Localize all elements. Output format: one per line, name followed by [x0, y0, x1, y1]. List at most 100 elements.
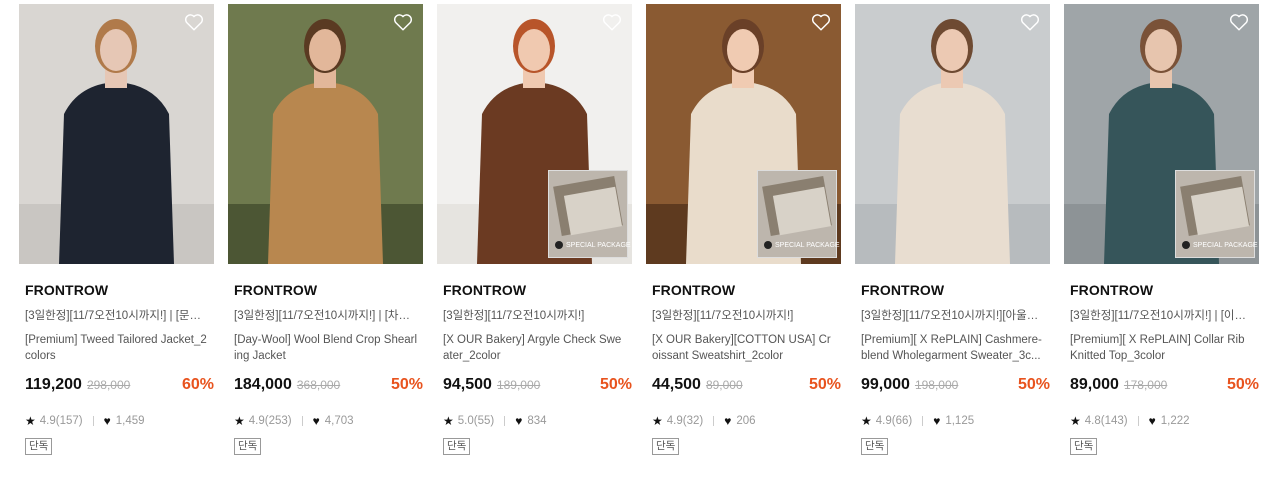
- star-icon: ★: [861, 414, 872, 428]
- heart-icon[interactable]: [1020, 13, 1040, 31]
- original-price: 298,000: [86, 378, 131, 392]
- exclusive-badge: 단독: [25, 438, 53, 455]
- discount-rate: 50%: [1017, 376, 1050, 393]
- heart-icon[interactable]: [602, 13, 622, 31]
- exclusive-badge: 단독: [861, 438, 889, 455]
- sale-price: 184,000: [234, 376, 292, 393]
- exclusive-badge: 단독: [234, 438, 262, 455]
- exclusive-badge: 단독: [652, 438, 680, 455]
- product-image[interactable]: [228, 4, 423, 264]
- product-card[interactable]: SPECIAL PACKAGE FRONTROW [3일한정][11/7오전10…: [437, 4, 632, 455]
- price-row: 99,000 198,000 50%: [861, 376, 1050, 394]
- product-card[interactable]: FRONTROW [3일한정][11/7오전10시까지!][아울렛... [Pr…: [855, 4, 1050, 455]
- divider: [504, 416, 506, 426]
- original-price: 198,000: [914, 378, 959, 392]
- product-image[interactable]: [19, 4, 214, 264]
- heart-icon[interactable]: [184, 13, 204, 31]
- brand-name[interactable]: FRONTROW: [25, 282, 214, 298]
- product-image[interactable]: SPECIAL PACKAGE: [646, 4, 841, 264]
- sale-price: 94,500: [443, 376, 492, 393]
- sale-price: 119,200: [25, 376, 82, 393]
- rating-text: 4.8(143): [1084, 415, 1128, 427]
- exclusive-badge: 단독: [1070, 438, 1098, 455]
- star-icon: ★: [652, 414, 663, 428]
- star-icon: ★: [1070, 414, 1081, 428]
- product-card[interactable]: SPECIAL PACKAGE FRONTROW [3일한정][11/7오전10…: [646, 4, 841, 455]
- product-name[interactable]: [X OUR Bakery][COTTON USA] Croissant Swe…: [652, 332, 836, 364]
- brand-name[interactable]: FRONTROW: [1070, 282, 1259, 298]
- package-label: SPECIAL PACKAGE: [566, 241, 631, 249]
- promo-text: [3일한정][11/7오전10시까지!] | [문정...: [25, 310, 208, 322]
- brand-name[interactable]: FRONTROW: [861, 282, 1050, 298]
- plus-icon: [1182, 241, 1190, 249]
- heart-icon[interactable]: [393, 13, 413, 31]
- package-label: SPECIAL PACKAGE: [1193, 241, 1258, 249]
- plus-icon: [764, 241, 772, 249]
- product-image[interactable]: SPECIAL PACKAGE: [437, 4, 632, 264]
- original-price: 89,000: [705, 378, 743, 392]
- rating-text: 5.0(55): [457, 415, 495, 427]
- package-label: SPECIAL PACKAGE: [775, 241, 840, 249]
- price-row: 44,500 89,000 50%: [652, 376, 841, 394]
- divider: [301, 416, 303, 426]
- like-count: 1,222: [1160, 415, 1190, 427]
- like-count: 1,459: [115, 415, 145, 427]
- product-card[interactable]: FRONTROW [3일한정][11/7오전10시까지!] | [문정... […: [19, 4, 214, 455]
- product-name[interactable]: [Premium][ X RePLAIN] Collar Rib Knitted…: [1070, 332, 1254, 364]
- rating-text: 4.9(32): [666, 415, 704, 427]
- discount-rate: 60%: [181, 376, 214, 393]
- sale-price: 44,500: [652, 376, 701, 393]
- like-heart-icon: ♥: [103, 414, 111, 428]
- rating-row: ★ 4.9(66) ♥ 1,125: [861, 414, 1050, 428]
- product-grid: FRONTROW [3일한정][11/7오전10시까지!] | [문정... […: [19, 4, 1259, 455]
- product-card[interactable]: FRONTROW [3일한정][11/7오전10시까지!] | [차정... […: [228, 4, 423, 455]
- promo-text: [3일한정][11/7오전10시까지!][아울렛...: [861, 310, 1044, 322]
- original-price: 189,000: [496, 378, 541, 392]
- like-heart-icon: ♥: [515, 414, 523, 428]
- promo-text: [3일한정][11/7오전10시까지!]: [443, 310, 585, 322]
- product-photo: [228, 4, 423, 264]
- sale-price: 89,000: [1070, 376, 1119, 393]
- product-name[interactable]: [Premium][ X RePLAIN] Cashmere-blend Who…: [861, 332, 1045, 364]
- product-name[interactable]: [X OUR Bakery] Argyle Check Sweater_2col…: [443, 332, 627, 364]
- price-row: 184,000 368,000 50%: [234, 376, 423, 394]
- heart-icon[interactable]: [1229, 13, 1249, 31]
- original-price: 368,000: [296, 378, 341, 392]
- product-name[interactable]: [Premium] Tweed Tailored Jacket_2colors: [25, 332, 209, 364]
- rating-text: 4.9(157): [39, 415, 83, 427]
- special-package-badge: SPECIAL PACKAGE: [548, 170, 631, 258]
- product-image[interactable]: SPECIAL PACKAGE: [1064, 4, 1259, 264]
- like-heart-icon: ♥: [933, 414, 941, 428]
- product-photo: [19, 4, 214, 264]
- like-count: 834: [527, 415, 547, 427]
- plus-icon: [555, 241, 563, 249]
- like-heart-icon: ♥: [312, 414, 320, 428]
- original-price: 178,000: [1123, 378, 1168, 392]
- rating-text: 4.9(253): [248, 415, 292, 427]
- promo-text: [3일한정][11/7오전10시까지!]: [652, 310, 794, 322]
- divider: [92, 416, 94, 426]
- product-name[interactable]: [Day-Wool] Wool Blend Crop Shearling Jac…: [234, 332, 418, 364]
- special-package-badge: SPECIAL PACKAGE: [757, 170, 840, 258]
- brand-name[interactable]: FRONTROW: [234, 282, 423, 298]
- rating-row: ★ 4.8(143) ♥ 1,222: [1070, 414, 1259, 428]
- product-image[interactable]: [855, 4, 1050, 264]
- star-icon: ★: [234, 414, 245, 428]
- divider: [1137, 416, 1139, 426]
- brand-name[interactable]: FRONTROW: [652, 282, 841, 298]
- price-row: 89,000 178,000 50%: [1070, 376, 1259, 394]
- rating-row: ★ 4.9(32) ♥ 206: [652, 414, 841, 428]
- like-heart-icon: ♥: [1148, 414, 1156, 428]
- divider: [713, 416, 715, 426]
- product-card[interactable]: SPECIAL PACKAGE FRONTROW [3일한정][11/7오전10…: [1064, 4, 1259, 455]
- like-count: 206: [736, 415, 756, 427]
- rating-row: ★ 5.0(55) ♥ 834: [443, 414, 632, 428]
- like-heart-icon: ♥: [724, 414, 732, 428]
- discount-rate: 50%: [390, 376, 423, 393]
- divider: [922, 416, 924, 426]
- discount-rate: 50%: [1226, 376, 1259, 393]
- heart-icon[interactable]: [811, 13, 831, 31]
- price-row: 119,200 298,000 60%: [25, 376, 214, 394]
- brand-name[interactable]: FRONTROW: [443, 282, 632, 298]
- sale-price: 99,000: [861, 376, 910, 393]
